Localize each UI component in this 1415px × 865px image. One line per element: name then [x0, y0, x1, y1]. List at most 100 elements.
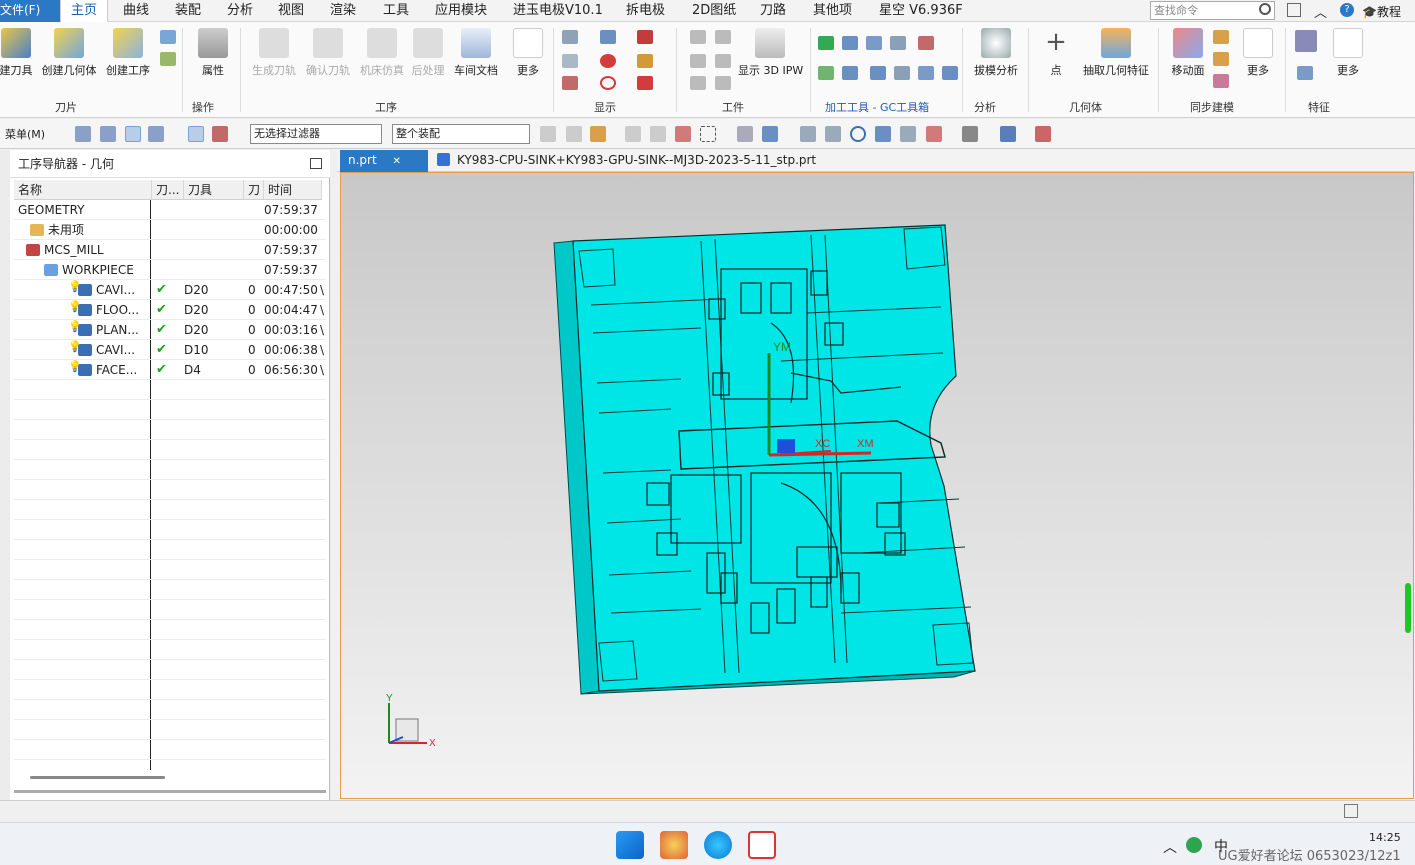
workpiece-icon-4[interactable] — [715, 30, 731, 44]
select-icon-5[interactable] — [188, 126, 204, 142]
col-header-tool[interactable]: 刀具 — [184, 180, 244, 200]
menu-toolpath[interactable]: 刀路 — [760, 0, 786, 22]
tab-n-prt[interactable]: n.prt ✕ — [340, 150, 428, 172]
gc-icon-11[interactable] — [942, 66, 958, 80]
menu-view[interactable]: 视图 — [278, 0, 304, 22]
menu-app-module[interactable]: 应用模块 — [435, 0, 487, 22]
table-row[interactable]: GEOMETRY 07:59:37 — [14, 200, 326, 220]
view-icon-5[interactable] — [875, 126, 891, 142]
more-button-1[interactable]: 更多 — [500, 28, 556, 78]
gc-icon-2[interactable] — [842, 36, 858, 50]
render-style-icon[interactable] — [962, 126, 978, 142]
workpiece-icon-2[interactable] — [690, 54, 706, 68]
display-icon-5[interactable] — [637, 30, 653, 44]
gc-icon-4[interactable] — [890, 36, 906, 50]
tab-assembly-prt[interactable]: KY983-CPU-SINK+KY983-GPU-SINK--MJ3D-2023… — [457, 153, 816, 167]
scope-select[interactable]: 整个装配 — [392, 124, 530, 144]
clock[interactable]: 14:25 — [1369, 831, 1401, 844]
tray-app-icon[interactable] — [1186, 837, 1202, 853]
help-icon[interactable]: ? — [1340, 3, 1354, 17]
move-face-button[interactable]: 移动面 — [1160, 28, 1216, 78]
tutorial-link[interactable]: 🎓教程 — [1362, 3, 1401, 20]
table-row[interactable]: MCS_MILL 07:59:37 — [14, 240, 326, 260]
extract-feature-button[interactable]: 抽取几何特征 — [1082, 28, 1150, 78]
table-row[interactable]: 💡 CAVI... ✔ D20 0 00:47:50 \ — [14, 280, 326, 300]
menu-split-electrode[interactable]: 拆电极 — [626, 0, 665, 22]
menu-assembly[interactable]: 装配 — [175, 0, 201, 22]
more-button-2[interactable]: 更多 — [1230, 28, 1286, 78]
point-button[interactable]: + 点 — [1028, 28, 1084, 78]
snap-icon-3[interactable] — [590, 126, 606, 142]
table-row[interactable]: 💡 FACE... ✔ D4 0 06:56:30 \ — [14, 360, 326, 380]
maximize-icon[interactable] — [310, 158, 322, 169]
view-icon-2[interactable] — [762, 126, 778, 142]
snap-icon-2[interactable] — [566, 126, 582, 142]
gc-icon-3[interactable] — [866, 36, 882, 50]
gc-icon-5[interactable] — [918, 36, 934, 50]
more-button-3[interactable]: 更多 — [1320, 28, 1376, 78]
tab-close-icon[interactable]: ✕ — [393, 156, 401, 167]
type-filter-select[interactable]: 无选择过滤器 — [250, 124, 382, 144]
chevron-up-icon[interactable]: ︿ — [1314, 2, 1327, 21]
window-icon[interactable] — [1287, 3, 1301, 17]
workpiece-icon-5[interactable] — [715, 54, 731, 68]
edge-icon[interactable] — [704, 831, 732, 859]
snap-icon-4[interactable] — [625, 126, 641, 142]
view-icon-6[interactable] — [900, 126, 916, 142]
sync-icon-2[interactable] — [1213, 52, 1229, 66]
display-icon-4[interactable] — [600, 30, 616, 44]
gc-icon-7[interactable] — [842, 66, 858, 80]
confirm-path-button[interactable]: 确认刀轨 — [300, 28, 356, 78]
select-icon-1[interactable] — [75, 126, 91, 142]
select-icon-3[interactable] — [125, 126, 141, 142]
select-icon-6[interactable] — [212, 126, 228, 142]
table-row[interactable]: 💡 PLAN... ✔ D20 0 00:03:16 \ — [14, 320, 326, 340]
snap-icon-5[interactable] — [650, 126, 666, 142]
generate-path-button[interactable]: 生成刀轨 — [246, 28, 302, 78]
display-icon-7[interactable] — [637, 76, 653, 90]
show-3d-ipw-button[interactable]: 显示 3D IPW — [738, 28, 803, 78]
gc-icon-1[interactable] — [818, 36, 834, 50]
display-icon-3[interactable] — [562, 76, 578, 90]
workpiece-icon-6[interactable] — [715, 76, 731, 90]
feature-icon-1[interactable] — [1295, 30, 1317, 52]
properties-button[interactable]: 属性 — [185, 28, 241, 78]
snap-icon-6[interactable] — [675, 126, 691, 142]
table-row[interactable]: 未用项 00:00:00 — [14, 220, 326, 240]
search-input[interactable]: 查找命令 — [1150, 1, 1275, 20]
create-operation-button[interactable]: 创建工序 — [100, 28, 156, 78]
col-header-path[interactable]: 刀... — [152, 180, 184, 200]
menu-home[interactable]: 主页 — [60, 0, 108, 22]
view-icon-4[interactable] — [825, 126, 841, 142]
table-row[interactable]: 💡 FLOO... ✔ D20 0 00:04:47 \ — [14, 300, 326, 320]
app-icon-1[interactable] — [660, 831, 688, 859]
start-icon[interactable] — [616, 831, 644, 859]
small-tool-icon[interactable] — [160, 30, 176, 44]
menu-other[interactable]: 其他项 — [813, 0, 852, 22]
rotate-icon[interactable] — [850, 126, 866, 142]
file-menu[interactable]: 文件(F) — [0, 0, 60, 22]
workpiece-icon-1[interactable] — [690, 30, 706, 44]
menu-xingkong[interactable]: 星空 V6.936F — [879, 0, 963, 22]
menu-2d-drawing[interactable]: 2D图纸 — [692, 0, 736, 22]
menu-button[interactable]: 菜单(M) — [5, 126, 45, 142]
col-header-time[interactable]: 时间 — [264, 180, 322, 200]
col-header-num[interactable]: 刀 — [244, 180, 264, 200]
curve-icon[interactable] — [600, 54, 616, 68]
display-icon-6[interactable] — [637, 54, 653, 68]
menu-analysis[interactable]: 分析 — [227, 0, 253, 22]
circle-icon[interactable] — [600, 76, 616, 90]
view-icon-1[interactable] — [737, 126, 753, 142]
graphics-viewport[interactable]: YM XM XC Y X — [340, 172, 1414, 799]
view-icon-3[interactable] — [800, 126, 816, 142]
search-icon[interactable] — [1259, 3, 1271, 15]
gc-icon-8[interactable] — [870, 66, 886, 80]
menu-electrode[interactable]: 进玉电极V10.1 — [513, 0, 603, 22]
horizontal-scrollbar[interactable] — [30, 776, 165, 779]
draft-analysis-button[interactable]: 拔模分析 — [968, 28, 1024, 78]
table-row[interactable]: 💡 CAVI... ✔ D10 0 00:06:38 \ — [14, 340, 326, 360]
create-geometry-button[interactable]: 创建几何体 — [40, 28, 98, 78]
view-icon-7[interactable] — [926, 126, 942, 142]
create-tool-button[interactable]: 建刀具 — [0, 28, 44, 78]
view-icon-8[interactable] — [1035, 126, 1051, 142]
